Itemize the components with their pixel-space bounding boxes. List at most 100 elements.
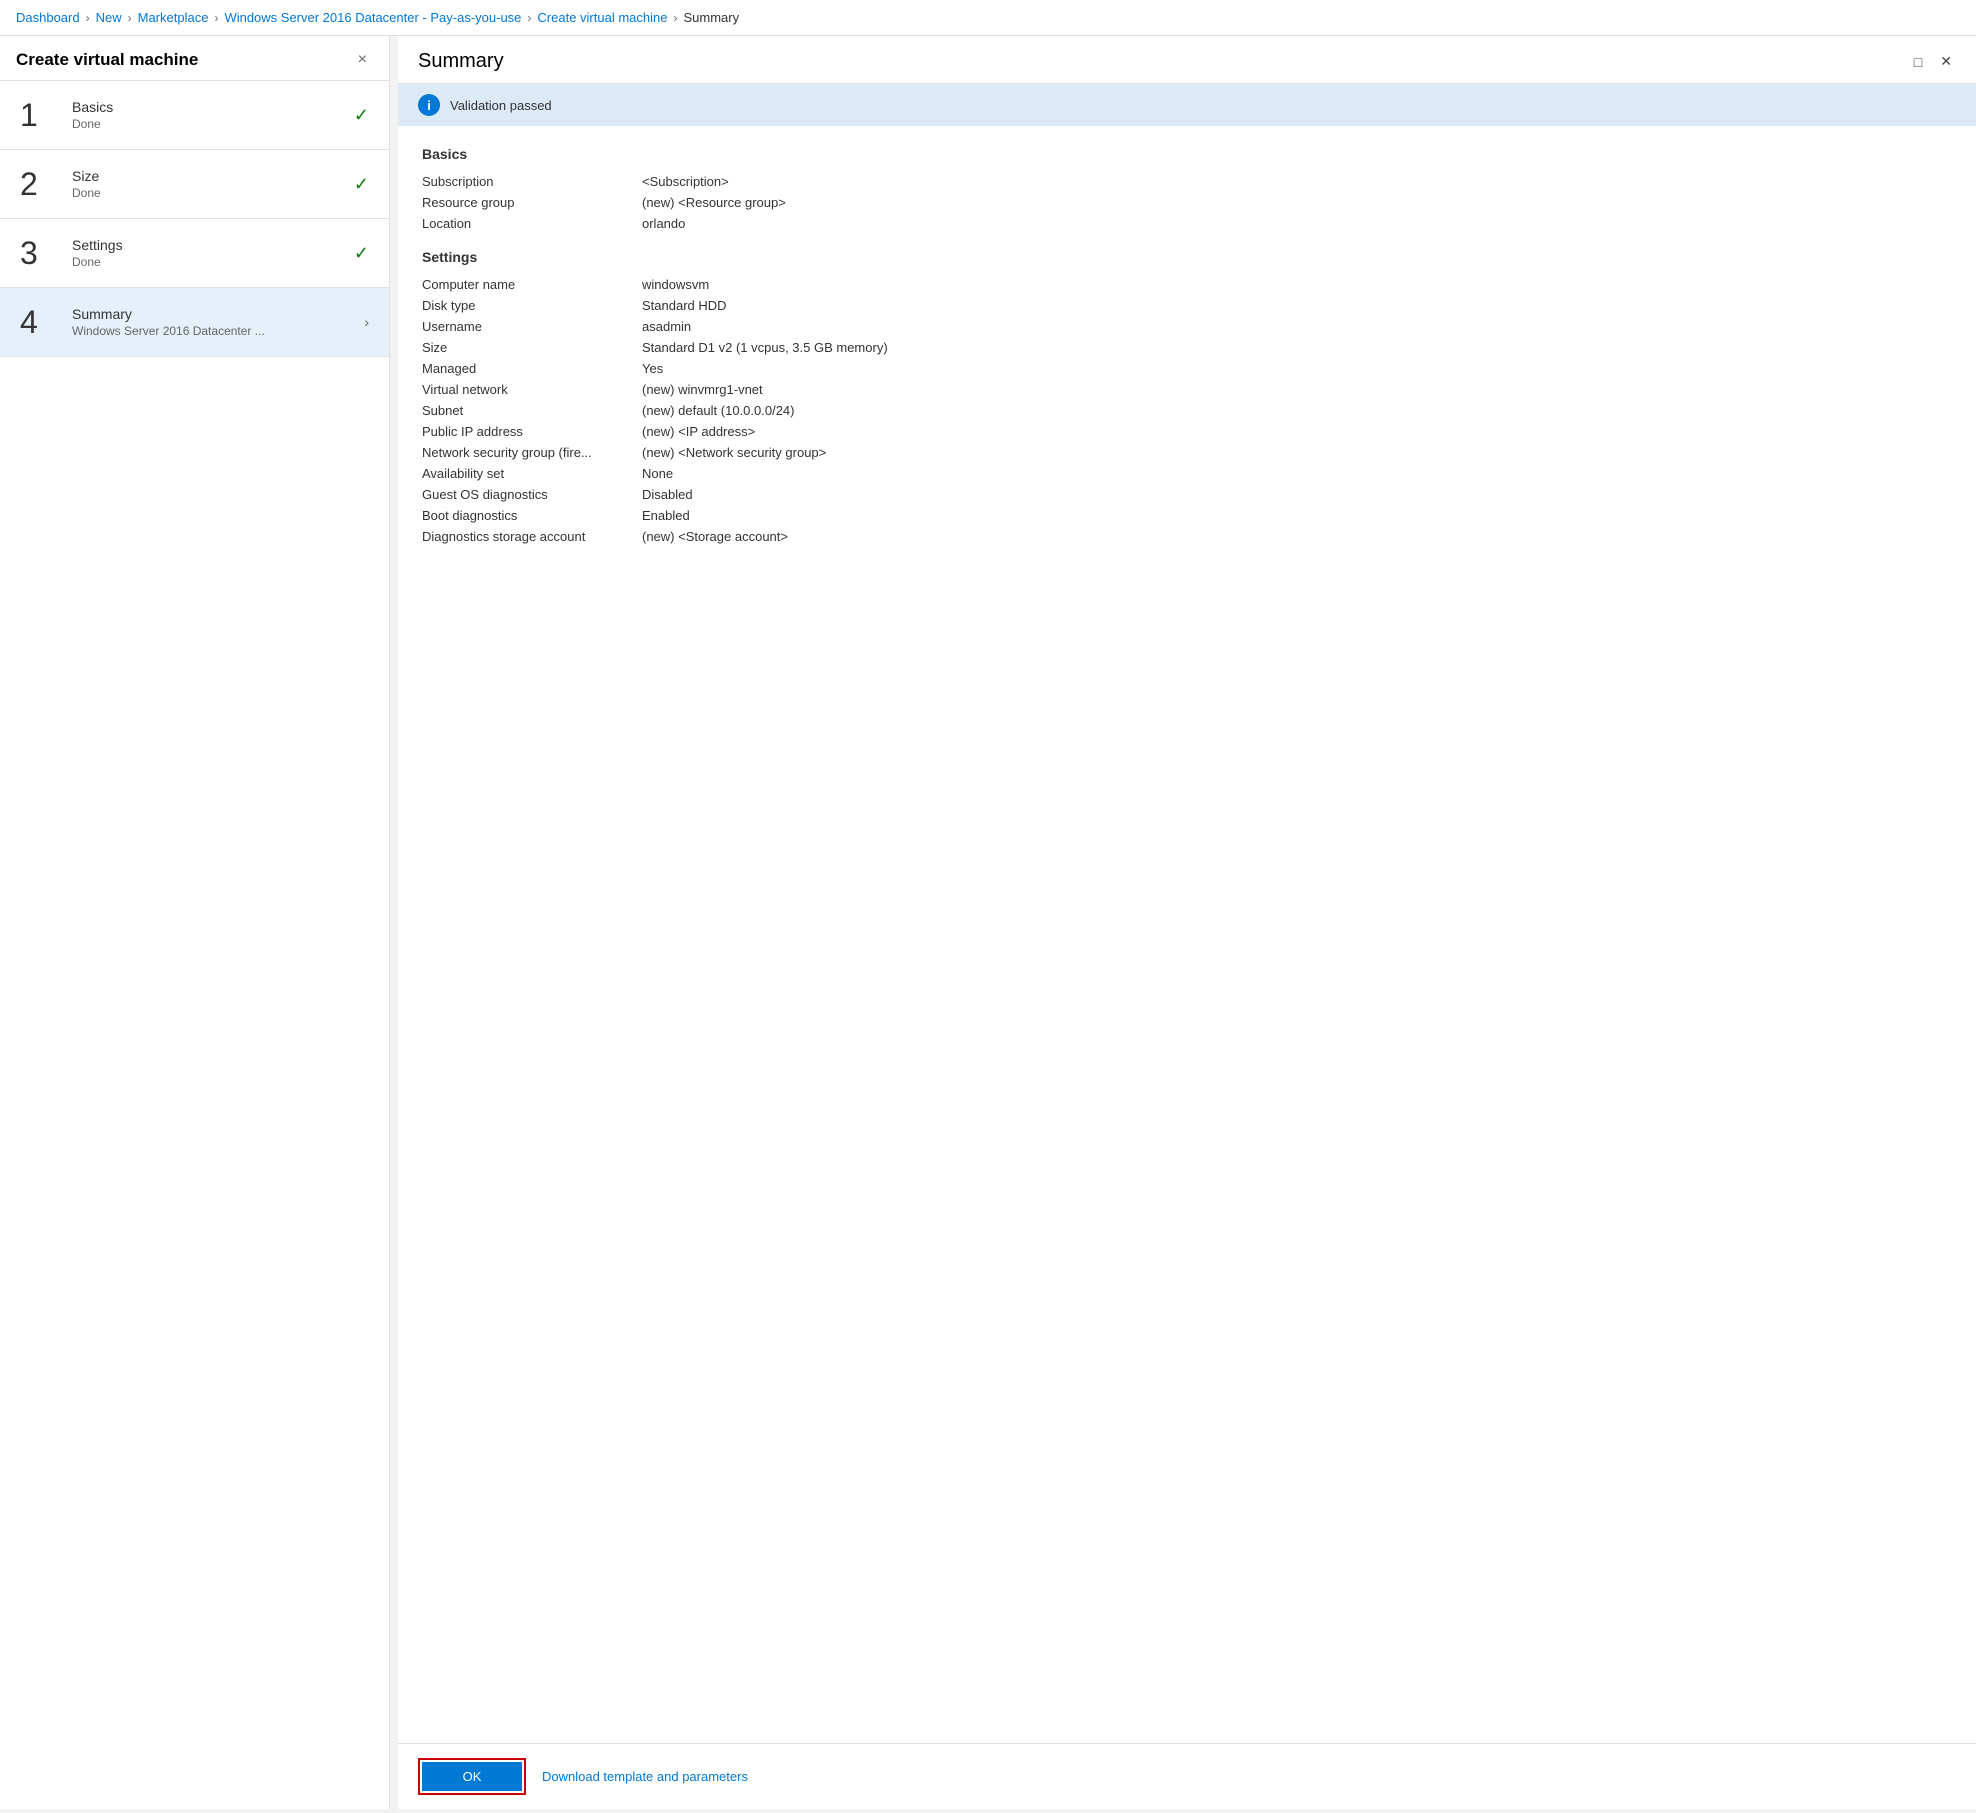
basics-section: Basics Subscription <Subscription> Resou… — [422, 146, 1952, 231]
right-panel-header: Summary □ ✕ — [398, 36, 1976, 84]
value-public-ip: (new) <IP address> — [642, 424, 755, 439]
label-computer-name: Computer name — [422, 277, 642, 292]
download-template-link[interactable]: Download template and parameters — [542, 1769, 748, 1784]
summary-content: Basics Subscription <Subscription> Resou… — [398, 126, 1976, 1743]
validation-banner: i Validation passed — [398, 84, 1976, 126]
value-computer-name: windowsvm — [642, 277, 709, 292]
basics-section-title: Basics — [422, 146, 1952, 162]
left-panel: Create virtual machine × 1 Basics Done ✓… — [0, 36, 390, 1809]
step-number-3: 3 — [20, 237, 60, 269]
detail-row-guest-os-diag: Guest OS diagnostics Disabled — [422, 487, 1952, 502]
breadcrumb-product[interactable]: Windows Server 2016 Datacenter - Pay-as-… — [224, 10, 521, 25]
step-status-1: Done — [72, 117, 354, 131]
value-guest-os-diag: Disabled — [642, 487, 693, 502]
value-virtual-network: (new) winvmrg1-vnet — [642, 382, 763, 397]
detail-row-boot-diag: Boot diagnostics Enabled — [422, 508, 1952, 523]
detail-row-disk-type: Disk type Standard HDD — [422, 298, 1952, 313]
chevron-right-icon: › — [364, 314, 369, 330]
label-guest-os-diag: Guest OS diagnostics — [422, 487, 642, 502]
breadcrumb-dashboard[interactable]: Dashboard — [16, 10, 80, 25]
step-number-2: 2 — [20, 168, 60, 200]
label-subnet: Subnet — [422, 403, 642, 418]
step-info-3: Settings Done — [72, 237, 354, 269]
step-item-basics[interactable]: 1 Basics Done ✓ — [0, 81, 389, 150]
right-footer: OK Download template and parameters — [398, 1743, 1976, 1809]
detail-row-public-ip: Public IP address (new) <IP address> — [422, 424, 1952, 439]
breadcrumb-sep-5: › — [673, 11, 677, 25]
step-item-summary[interactable]: 4 Summary Windows Server 2016 Datacenter… — [0, 288, 389, 357]
step-item-size[interactable]: 2 Size Done ✓ — [0, 150, 389, 219]
value-nsg: (new) <Network security group> — [642, 445, 826, 460]
ok-button[interactable]: OK — [422, 1762, 522, 1791]
detail-row-subscription: Subscription <Subscription> — [422, 174, 1952, 189]
detail-row-virtual-network: Virtual network (new) winvmrg1-vnet — [422, 382, 1952, 397]
ok-button-wrapper: OK — [418, 1758, 526, 1795]
step-info-2: Size Done — [72, 168, 354, 200]
label-public-ip: Public IP address — [422, 424, 642, 439]
breadcrumb-new[interactable]: New — [96, 10, 122, 25]
breadcrumb-sep-4: › — [527, 11, 531, 25]
value-resource-group: (new) <Resource group> — [642, 195, 786, 210]
label-disk-type: Disk type — [422, 298, 642, 313]
detail-row-username: Username asadmin — [422, 319, 1952, 334]
detail-row-size: Size Standard D1 v2 (1 vcpus, 3.5 GB mem… — [422, 340, 1952, 355]
maximize-button[interactable]: □ — [1910, 51, 1926, 72]
breadcrumb-current: Summary — [683, 10, 739, 25]
settings-section-title: Settings — [422, 249, 1952, 265]
step-info-1: Basics Done — [72, 99, 354, 131]
value-location: orlando — [642, 216, 685, 231]
left-panel-close-button[interactable]: × — [352, 50, 373, 70]
label-size: Size — [422, 340, 642, 355]
right-panel-close-button[interactable]: ✕ — [1936, 51, 1956, 72]
value-size: Standard D1 v2 (1 vcpus, 3.5 GB memory) — [642, 340, 888, 355]
detail-row-availability-set: Availability set None — [422, 466, 1952, 481]
detail-row-managed: Managed Yes — [422, 361, 1952, 376]
right-panel: Summary □ ✕ i Validation passed Basics S… — [398, 36, 1976, 1809]
detail-row-resource-group: Resource group (new) <Resource group> — [422, 195, 1952, 210]
breadcrumb-sep-2: › — [128, 11, 132, 25]
steps-container: 1 Basics Done ✓ 2 Size Done ✓ 3 — [0, 81, 389, 1809]
step-item-settings[interactable]: 3 Settings Done ✓ — [0, 219, 389, 288]
step-number-1: 1 — [20, 99, 60, 131]
settings-section: Settings Computer name windowsvm Disk ty… — [422, 249, 1952, 544]
detail-row-computer-name: Computer name windowsvm — [422, 277, 1952, 292]
value-boot-diag: Enabled — [642, 508, 690, 523]
breadcrumb-marketplace[interactable]: Marketplace — [138, 10, 209, 25]
step-sub-4: Windows Server 2016 Datacenter ... — [72, 324, 312, 338]
left-panel-header: Create virtual machine × — [0, 36, 389, 81]
detail-row-location: Location orlando — [422, 216, 1952, 231]
breadcrumb-sep-1: › — [86, 11, 90, 25]
detail-row-diag-storage: Diagnostics storage account (new) <Stora… — [422, 529, 1952, 544]
main-container: Create virtual machine × 1 Basics Done ✓… — [0, 36, 1976, 1809]
label-diag-storage: Diagnostics storage account — [422, 529, 642, 544]
label-boot-diag: Boot diagnostics — [422, 508, 642, 523]
validation-message: Validation passed — [450, 98, 552, 113]
breadcrumb-create-vm[interactable]: Create virtual machine — [537, 10, 667, 25]
breadcrumb-sep-3: › — [214, 11, 218, 25]
value-subscription: <Subscription> — [642, 174, 729, 189]
step-name-3: Settings — [72, 237, 354, 253]
label-location: Location — [422, 216, 642, 231]
step-name-4: Summary — [72, 306, 364, 322]
step-check-2: ✓ — [354, 174, 369, 195]
step-number-4: 4 — [20, 306, 60, 338]
value-availability-set: None — [642, 466, 673, 481]
step-check-3: ✓ — [354, 243, 369, 264]
value-disk-type: Standard HDD — [642, 298, 727, 313]
label-availability-set: Availability set — [422, 466, 642, 481]
step-status-3: Done — [72, 255, 354, 269]
breadcrumb: Dashboard › New › Marketplace › Windows … — [0, 0, 1976, 36]
step-status-2: Done — [72, 186, 354, 200]
value-username: asadmin — [642, 319, 691, 334]
label-managed: Managed — [422, 361, 642, 376]
left-panel-title: Create virtual machine — [16, 50, 198, 70]
step-name-1: Basics — [72, 99, 354, 115]
value-subnet: (new) default (10.0.0.0/24) — [642, 403, 794, 418]
value-diag-storage: (new) <Storage account> — [642, 529, 788, 544]
value-managed: Yes — [642, 361, 663, 376]
label-virtual-network: Virtual network — [422, 382, 642, 397]
label-resource-group: Resource group — [422, 195, 642, 210]
step-check-1: ✓ — [354, 105, 369, 126]
right-panel-title: Summary — [418, 50, 504, 73]
right-header-actions: □ ✕ — [1910, 51, 1956, 72]
